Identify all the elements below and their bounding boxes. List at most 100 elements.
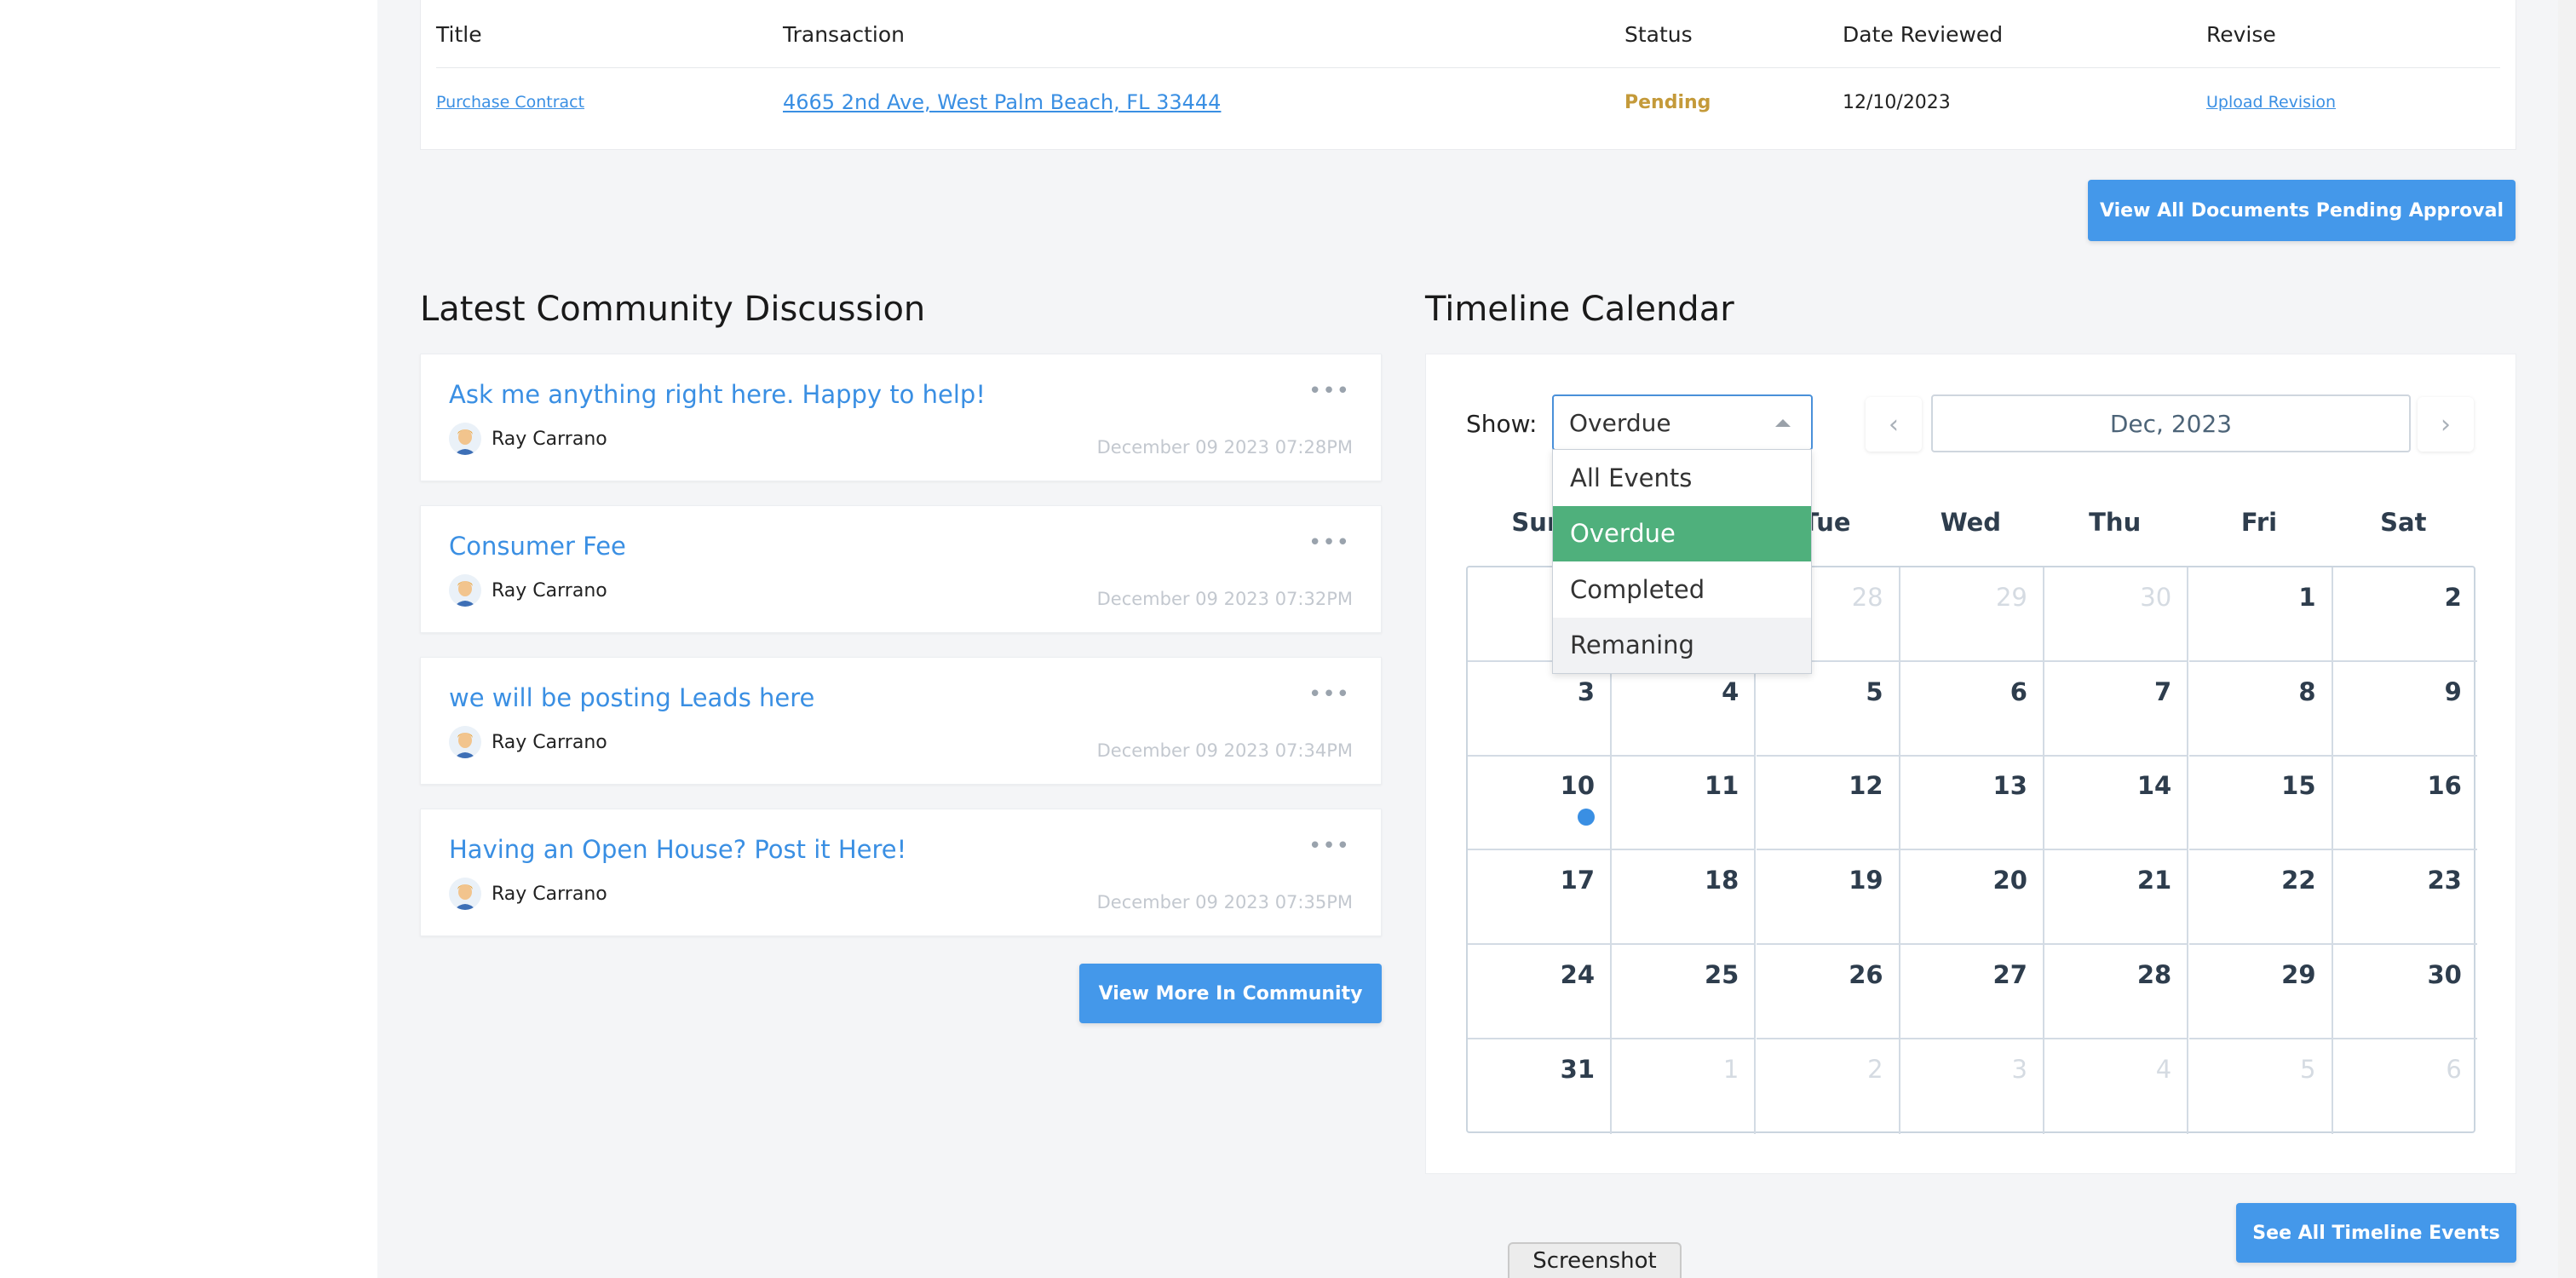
month-label[interactable]: Dec, 2023: [1931, 394, 2411, 452]
calendar-day-cell[interactable]: 27: [1900, 944, 2044, 1039]
calendar-day-cell[interactable]: 3: [1900, 1039, 2044, 1134]
post-timestamp: December 09 2023 07:35PM: [1096, 892, 1353, 912]
post-author: Ray Carrano: [492, 732, 607, 753]
transaction-link[interactable]: 4665 2nd Ave, West Palm Beach, FL 33444: [783, 90, 1221, 114]
calendar-day-cell[interactable]: 1: [1612, 1039, 1757, 1134]
calendar-day-cell[interactable]: 6: [2333, 1039, 2477, 1134]
calendar-day-cell[interactable]: 5: [1756, 661, 1900, 757]
post-author: Ray Carrano: [492, 884, 607, 905]
view-more-community-button[interactable]: View More In Community: [1079, 964, 1382, 1023]
day-number: 10: [1560, 771, 1595, 801]
filter-option[interactable]: All Events: [1553, 450, 1811, 506]
next-month-button[interactable]: ›: [2418, 397, 2474, 452]
user-avatar-icon: [449, 878, 481, 910]
more-options-icon[interactable]: •••: [1308, 683, 1350, 705]
calendar-day-cell[interactable]: 28: [2044, 944, 2189, 1039]
calendar-day-cell[interactable]: 19: [1756, 850, 1900, 946]
document-title-link[interactable]: Purchase Contract: [436, 93, 584, 112]
calendar-day-cell[interactable]: 7: [2044, 661, 2189, 757]
calendar-day-cell[interactable]: 26: [1756, 944, 1900, 1039]
calendar-day-cell[interactable]: 29: [2188, 944, 2333, 1039]
calendar-day-cell[interactable]: 9: [2332, 662, 2477, 757]
calendar-day-cell[interactable]: 11: [1612, 756, 1757, 851]
calendar-day-cell[interactable]: 13: [1900, 756, 2044, 851]
day-number: 27: [1992, 959, 2027, 989]
day-number: 29: [2281, 959, 2316, 989]
calendar-day-cell[interactable]: 2: [2332, 567, 2477, 662]
calendar-day-cell[interactable]: 23: [2332, 850, 2477, 946]
see-all-timeline-events-button[interactable]: See All Timeline Events: [2236, 1203, 2516, 1263]
calendar-day-cell[interactable]: 29: [1900, 567, 2044, 662]
community-heading: Latest Community Discussion: [420, 290, 926, 329]
scrollbar-track[interactable]: [2558, 0, 2576, 1278]
calendar-day-cell[interactable]: 3: [1468, 661, 1612, 757]
calendar-day-cell[interactable]: 30: [2332, 945, 2477, 1039]
day-number: 13: [1992, 771, 2027, 801]
filter-option[interactable]: Remaning: [1553, 617, 1811, 673]
more-options-icon[interactable]: •••: [1308, 835, 1350, 857]
avatar: [449, 574, 481, 607]
calendar-day-cell[interactable]: 15: [2188, 756, 2333, 851]
calendar-day-cell[interactable]: 16: [2332, 756, 2477, 851]
day-number: 16: [2427, 771, 2462, 801]
discussion-post[interactable]: Ask me anything right here. Happy to hel…: [420, 354, 1382, 481]
day-number: 17: [1560, 866, 1595, 895]
calendar-day-cell[interactable]: 5: [2189, 1039, 2333, 1134]
discussion-title-link[interactable]: Having an Open House? Post it Here!: [449, 835, 906, 864]
column-header-transaction: Transaction: [783, 21, 906, 47]
calendar-day-cell[interactable]: 31: [1468, 1039, 1612, 1134]
calendar-day-cell[interactable]: 2: [1757, 1039, 1900, 1134]
calendar-day-cell[interactable]: 14: [2044, 756, 2189, 851]
filter-option[interactable]: Completed: [1553, 561, 1811, 618]
discussion-title-link[interactable]: we will be posting Leads here: [449, 683, 814, 712]
calendar-day-cell[interactable]: 21: [2044, 850, 2189, 946]
weekday-header: Fri: [2240, 508, 2278, 537]
calendar-day-cell[interactable]: 25: [1612, 944, 1757, 1039]
post-author: Ray Carrano: [492, 429, 607, 450]
prev-month-button[interactable]: ‹: [1866, 397, 1922, 452]
more-options-icon[interactable]: •••: [1308, 532, 1350, 554]
more-options-icon[interactable]: •••: [1308, 380, 1350, 402]
discussion-title-link[interactable]: Consumer Fee: [449, 532, 626, 561]
event-filter-select[interactable]: Overdue: [1552, 394, 1813, 451]
caret-up-icon: [1775, 419, 1791, 427]
day-number: 2: [1867, 1054, 1883, 1084]
chevron-left-icon: ‹: [1889, 409, 1899, 440]
view-all-documents-button[interactable]: View All Documents Pending Approval: [2088, 180, 2516, 241]
calendar-day-cell[interactable]: 1: [2188, 567, 2333, 662]
show-label: Show:: [1466, 410, 1538, 438]
upload-revision-link[interactable]: Upload Revision: [2206, 93, 2336, 112]
calendar-day-cell[interactable]: 12: [1756, 756, 1900, 851]
calendar-day-cell[interactable]: 10: [1468, 756, 1612, 851]
calendar-day-cell[interactable]: 20: [1900, 850, 2044, 946]
day-number: 6: [2446, 1054, 2462, 1084]
calendar-day-cell[interactable]: 24: [1468, 944, 1612, 1039]
calendar-day-cell[interactable]: 6: [1900, 661, 2044, 757]
event-indicator-dot[interactable]: [1578, 809, 1595, 826]
calendar-day-cell[interactable]: 18: [1612, 850, 1757, 946]
day-number: 28: [2136, 959, 2172, 989]
discussion-post[interactable]: Consumer Fee ••• Ray Carrano December 09 20…: [420, 505, 1382, 633]
discussion-post[interactable]: Having an Open House? Post it Here! ••• Ra…: [420, 809, 1382, 936]
calendar-day-cell[interactable]: 4: [2044, 1039, 2189, 1134]
day-number: 30: [2140, 583, 2172, 612]
calendar-day-cell[interactable]: 30: [2044, 567, 2189, 662]
post-timestamp: December 09 2023 07:28PM: [1096, 437, 1353, 458]
day-number: 7: [2154, 676, 2172, 706]
calendar-day-cell[interactable]: 8: [2188, 661, 2333, 757]
day-number: 6: [2010, 676, 2027, 706]
calendar-day-cell[interactable]: 22: [2188, 850, 2333, 946]
discussion-post[interactable]: we will be posting Leads here ••• Ray Carr…: [420, 657, 1382, 785]
day-number: 28: [1851, 583, 1883, 612]
discussion-title-link[interactable]: Ask me anything right here. Happy to hel…: [449, 380, 986, 409]
filter-option[interactable]: Overdue: [1553, 505, 1811, 561]
day-number: 26: [1849, 959, 1883, 989]
calendar-day-cell[interactable]: 4: [1612, 661, 1757, 757]
screenshot-button[interactable]: Screenshot: [1508, 1242, 1682, 1278]
day-number: 31: [1560, 1054, 1595, 1084]
day-number: 25: [1704, 959, 1739, 989]
day-number: 5: [2300, 1054, 2316, 1084]
calendar-day-cell[interactable]: 17: [1468, 850, 1612, 946]
day-number: 4: [2155, 1054, 2172, 1084]
day-number: 2: [2444, 583, 2462, 612]
